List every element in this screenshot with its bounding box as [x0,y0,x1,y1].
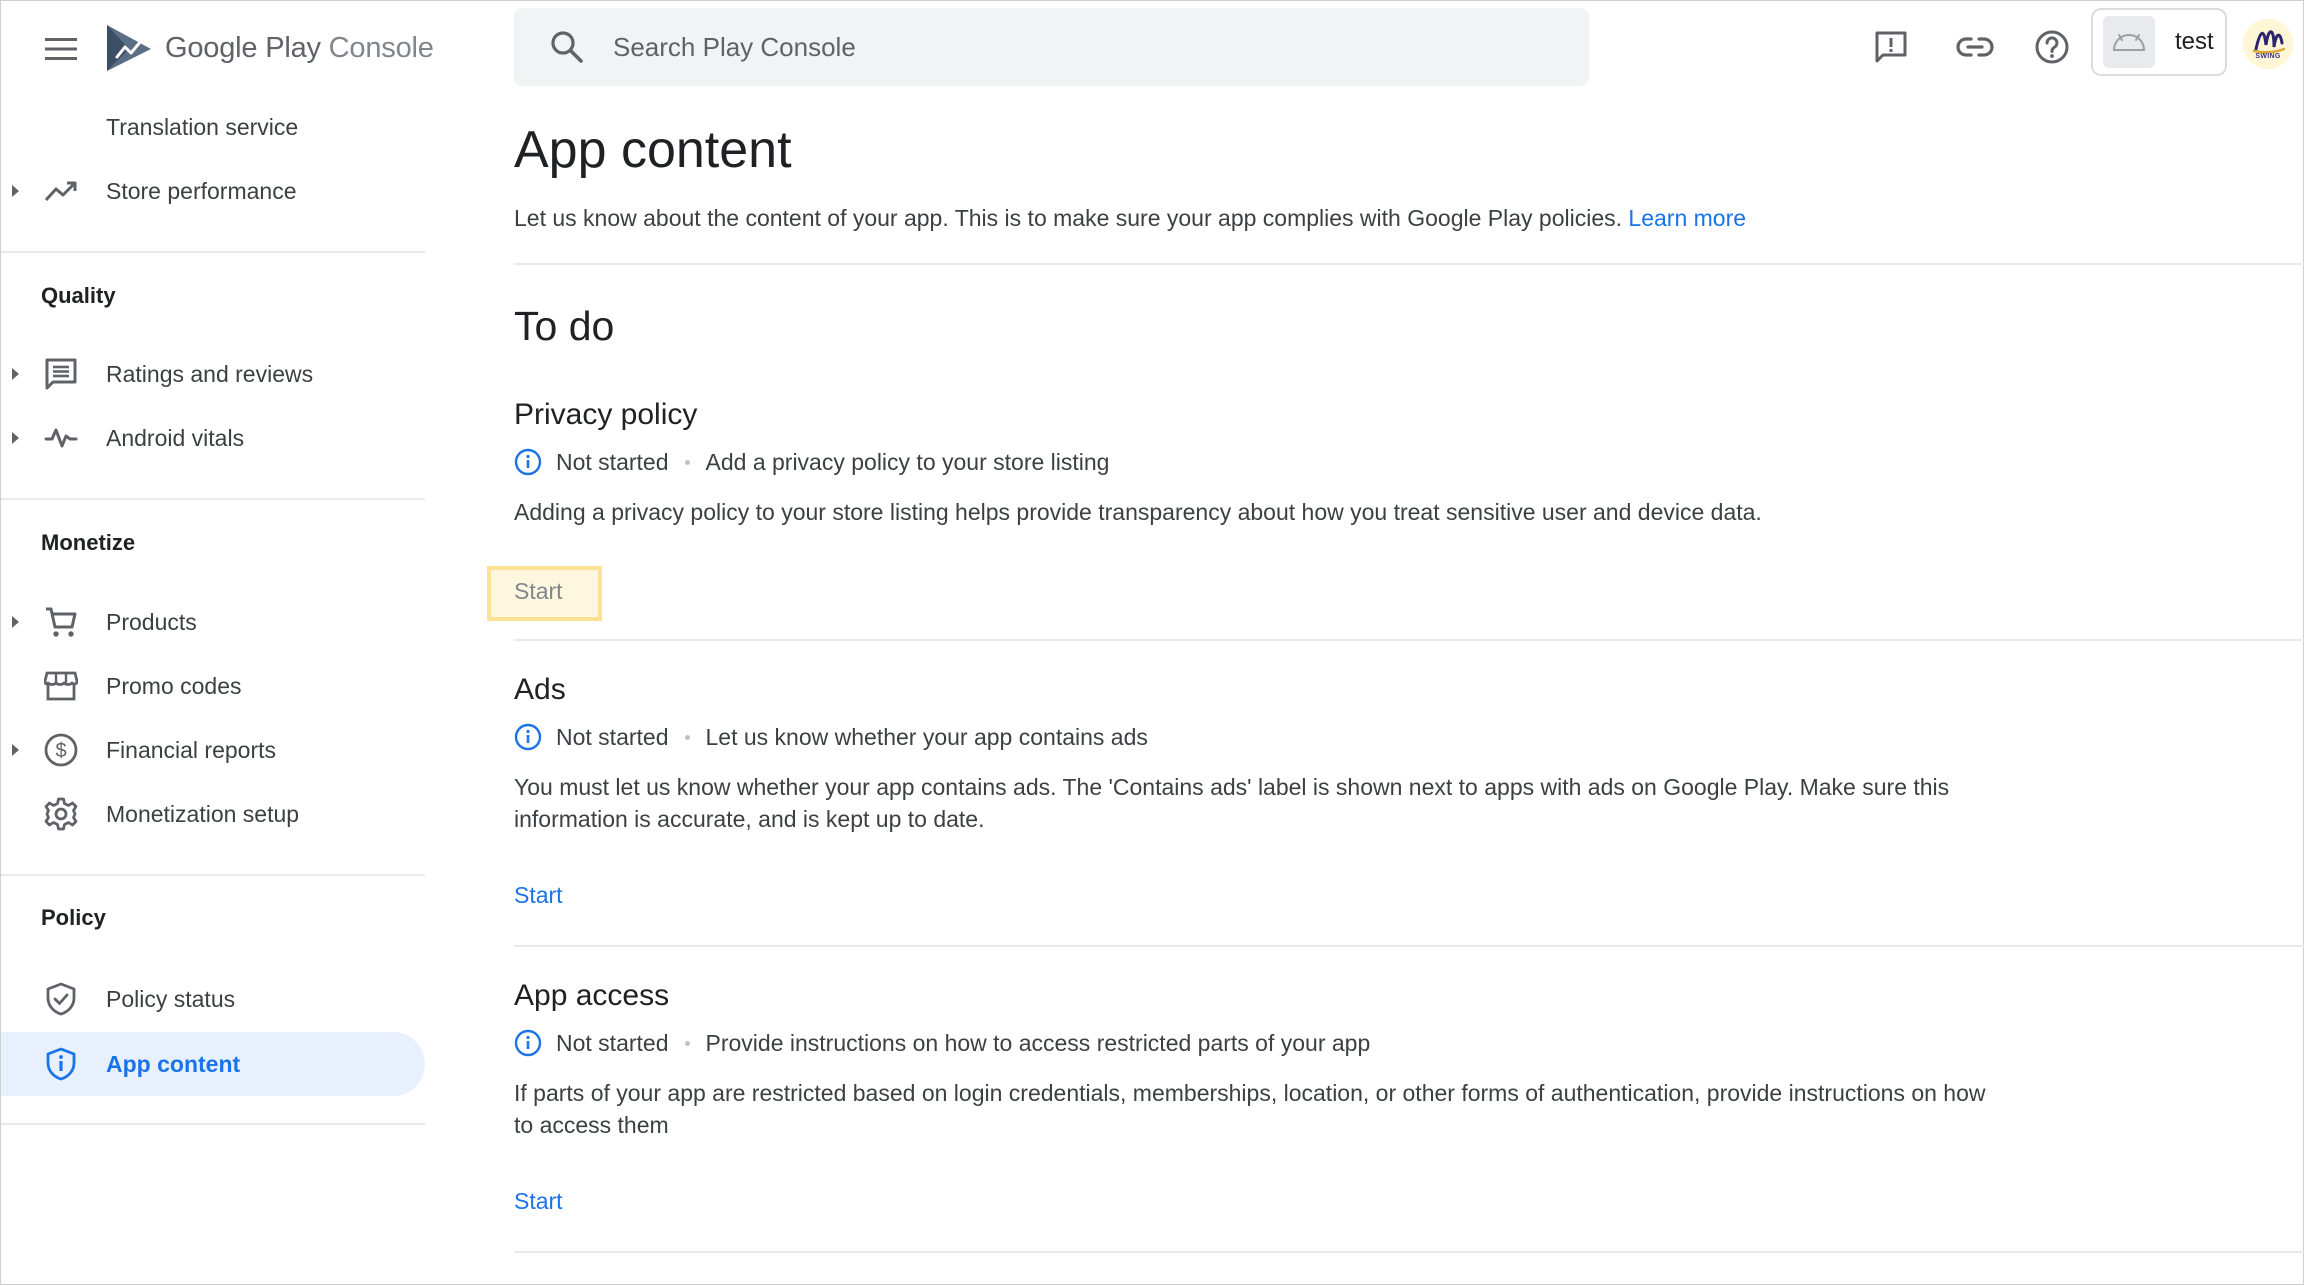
task-title: Ads [514,673,566,706]
caret-right-icon[interactable] [11,431,21,445]
sidebar-section-policy: Policy [41,905,106,930]
learn-more-link[interactable]: Learn more [1628,205,1746,231]
task-status: Not started Add a privacy policy to your… [514,446,1109,478]
task-title: Privacy policy [514,398,698,431]
sidebar-item-label: Promo codes [106,672,242,699]
sidebar-item-app-content[interactable]: App content [1,1032,425,1096]
section-divider [514,1251,2304,1253]
sidebar-item-label: App content [106,1050,241,1077]
trending-up-icon [43,173,79,209]
vitals-pulse-icon [43,420,79,456]
sidebar-item-financial-reports[interactable]: $ Financial reports [1,718,425,782]
task-summary: Let us know whether your app contains ad… [705,723,1148,750]
help-icon[interactable] [2028,23,2076,71]
sidebar-item-label: Android vitals [106,424,245,451]
sidebar-item-label: Products [106,608,197,635]
start-button[interactable]: Start [514,1188,563,1215]
menu-icon[interactable] [39,27,83,71]
task-status: Not started Provide instructions on how … [514,1027,1370,1059]
sidebar-item-label: Translation service [106,113,299,140]
logo-text: Google Play Console [165,31,434,64]
sidebar-item-policy-status[interactable]: Policy status [1,967,425,1031]
page-title: App content [514,121,792,179]
android-icon [2103,16,2155,68]
page-description: Let us know about the content of your ap… [514,205,1746,232]
task-status: Not started Let us know whether your app… [514,721,1148,753]
sidebar-item-monetization-setup[interactable]: Monetization setup [1,782,425,846]
sidebar-item-label: Store performance [106,177,297,204]
shield-info-icon [43,1046,79,1082]
sidebar-item-promo-codes[interactable]: Promo codes [1,654,425,718]
search-input[interactable] [611,30,1515,64]
caret-right-icon[interactable] [11,615,21,629]
separator-dot [684,734,690,740]
play-console-logo-icon [107,25,151,71]
sidebar-item-label: Financial reports [106,736,277,763]
task-description: Adding a privacy policy to your store li… [514,499,1762,525]
review-comment-icon [43,356,79,392]
feedback-icon[interactable] [1867,23,1915,71]
sidebar-item-label: Ratings and reviews [106,360,314,387]
info-icon [514,448,542,476]
separator-dot [684,459,690,465]
task-description: If parts of your app are restricted base… [514,1080,1986,1138]
task-summary: Add a privacy policy to your store listi… [705,448,1110,475]
sidebar-item-ratings-and-reviews[interactable]: Ratings and reviews [1,342,425,406]
sidebar-divider [1,251,425,253]
start-button[interactable]: Start [514,578,563,605]
sidebar-divider [1,1123,425,1125]
info-icon [514,1029,542,1057]
todo-heading: To do [514,303,615,349]
section-divider [514,945,2304,947]
task-status-text: Not started [556,723,669,750]
caret-right-icon[interactable] [11,184,21,198]
dollar-circle-icon: $ [43,732,79,768]
top-app-bar: Google Play Console Search Play Console … [1,1,2304,93]
sidebar-item-label: Monetization setup [106,800,300,827]
caret-right-icon[interactable] [11,743,21,757]
sidebar-divider [1,498,425,500]
task-summary: Provide instructions on how to access re… [705,1029,1371,1056]
app-name: test [2175,28,2214,55]
task-title: App access [514,979,670,1012]
sidebar-item-products[interactable]: Products [1,590,425,654]
info-icon [514,723,542,751]
start-button[interactable]: Start [514,882,563,909]
cart-icon [43,604,79,640]
search-bar[interactable] [514,8,1589,86]
link-icon[interactable] [1951,23,1999,71]
avatar-label: SWING [2255,53,2281,60]
sidebar-divider [1,874,425,876]
sidebar-item-label: Policy status [106,985,236,1012]
sidebar-section-quality: Quality [41,283,116,308]
shield-check-icon [43,981,79,1017]
sidebar-item-android-vitals[interactable]: Android vitals [1,406,425,470]
sidebar-item-translation-service[interactable]: Translation service [1,95,425,159]
google-play-console-logo[interactable]: Google Play Console [105,21,434,75]
sidebar-item-store-performance[interactable]: Store performance [1,159,425,223]
page-description-text: Let us know about the content of your ap… [514,205,1623,231]
search-icon [551,31,583,63]
task-status-text: Not started [556,1029,669,1056]
app-selector[interactable]: test [2091,8,2227,76]
task-status-text: Not started [556,448,669,475]
task-description: You must let us know whether your app co… [514,774,1950,832]
section-divider [514,263,2304,265]
section-divider [514,639,2304,641]
caret-right-icon[interactable] [11,367,21,381]
avatar[interactable]: SWING [2243,19,2293,69]
sidebar: Translation service Store performance Qu… [1,93,425,1286]
store-icon [43,668,79,704]
gear-icon [43,796,79,832]
sidebar-section-monetize: Monetize [41,530,136,555]
svg-text:$: $ [55,740,66,762]
separator-dot [684,1040,690,1046]
